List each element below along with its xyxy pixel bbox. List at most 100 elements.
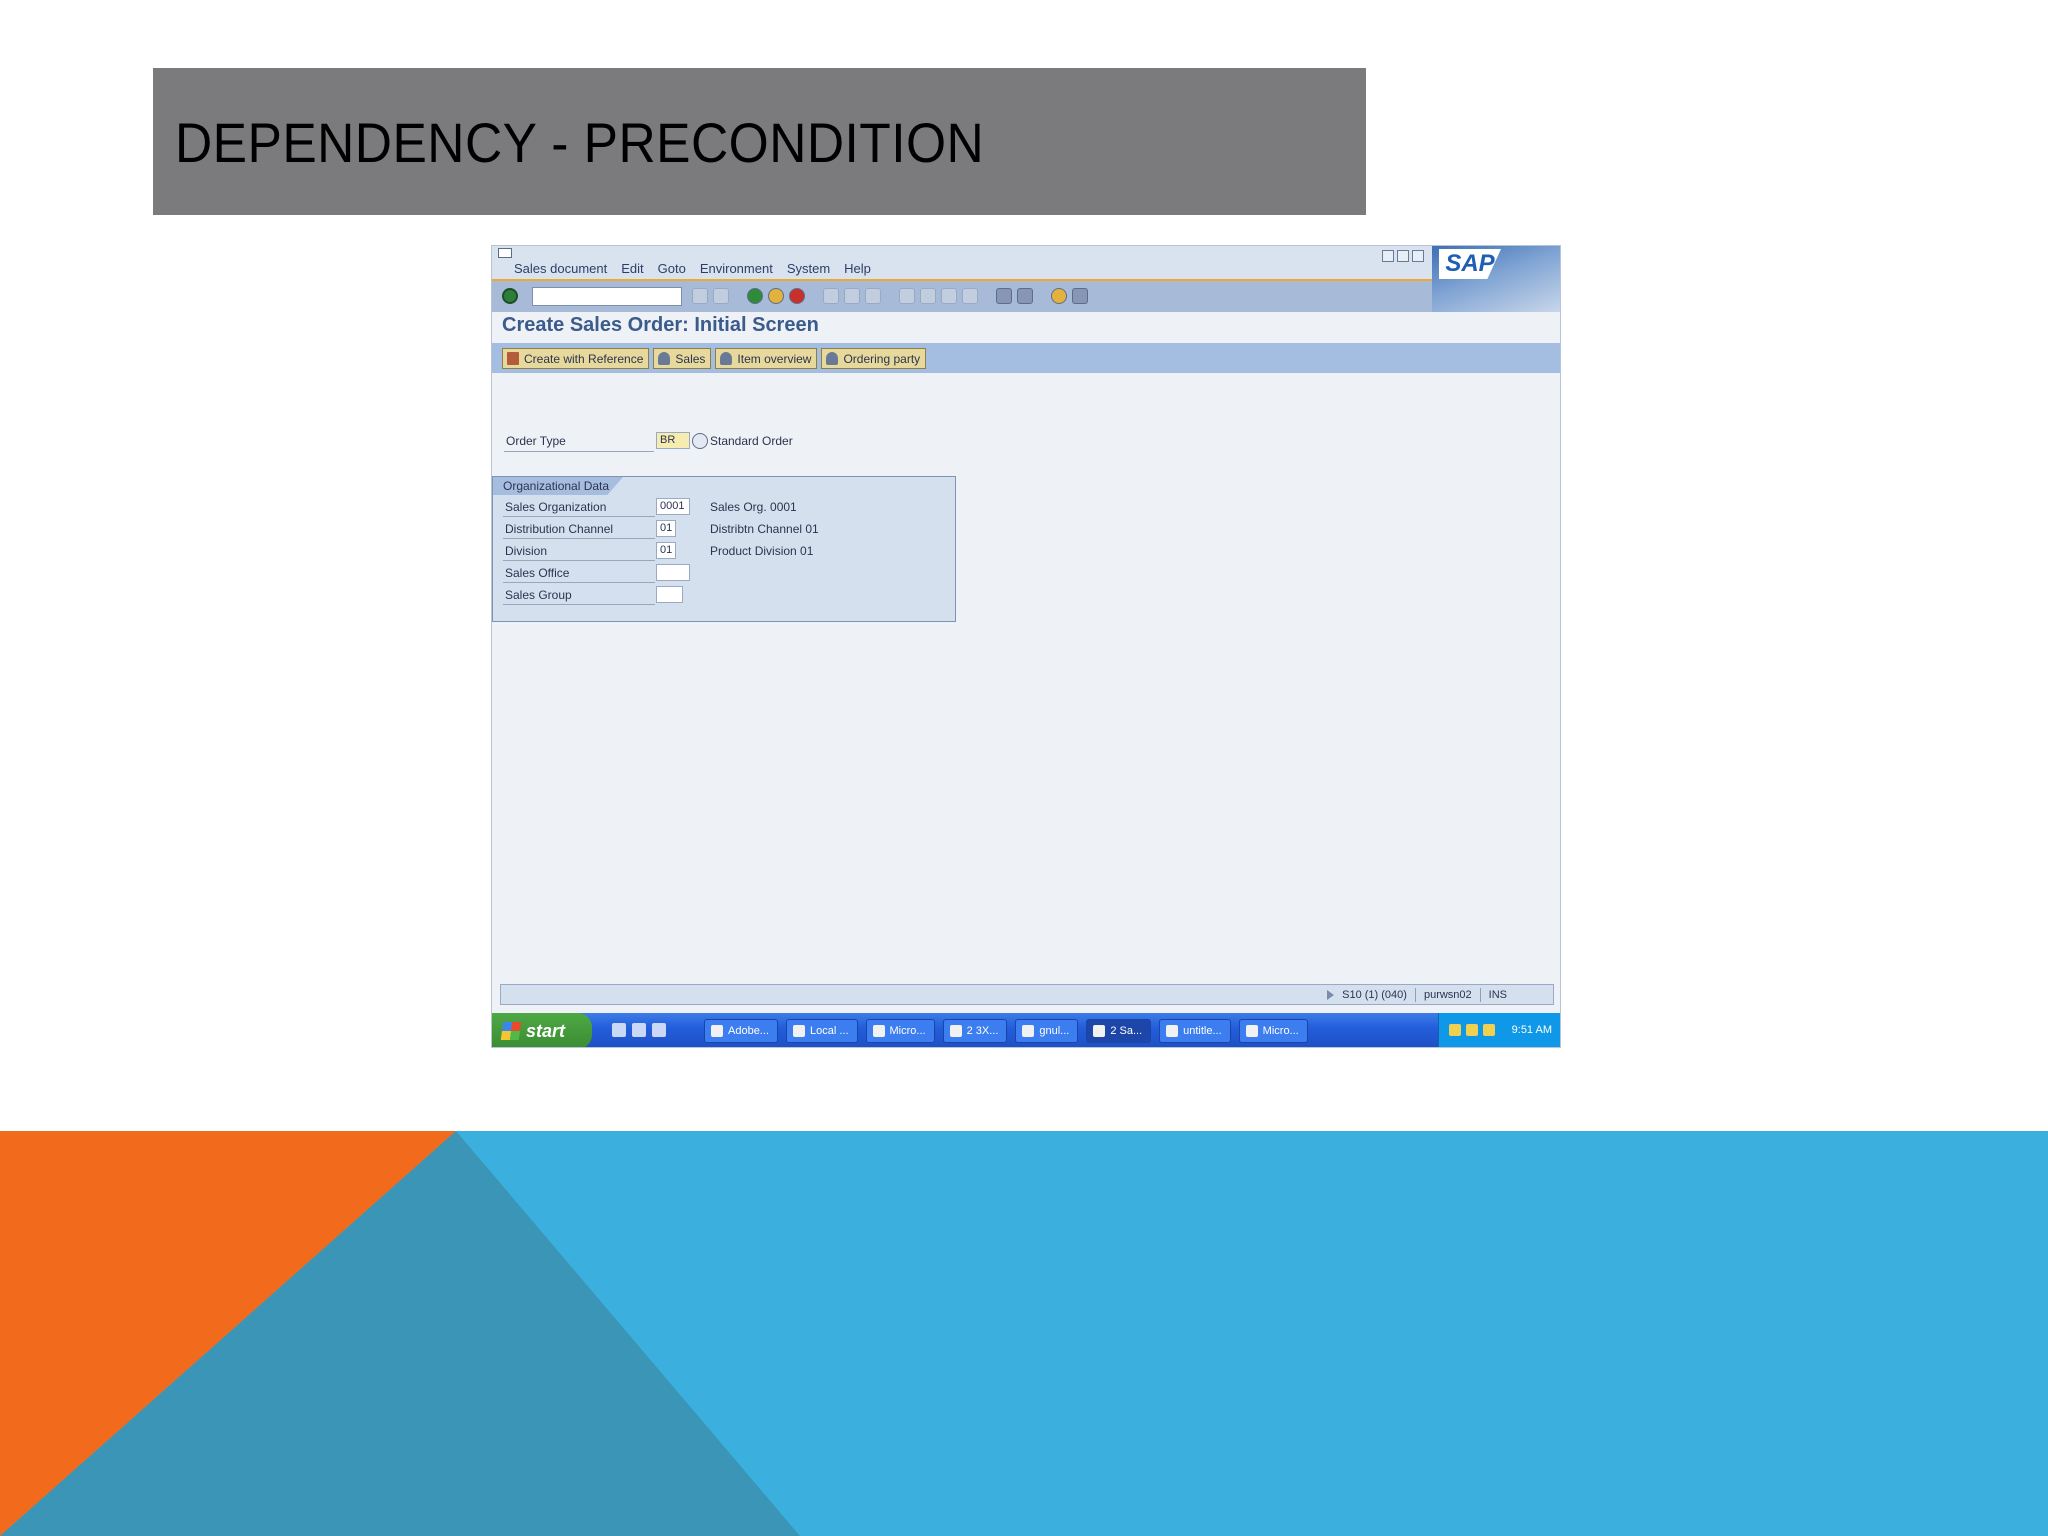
shortcut-icon[interactable] [1017, 288, 1033, 304]
distribution-channel-label: Distribution Channel [505, 522, 614, 536]
maximize-button[interactable] [1397, 250, 1409, 262]
tray-icon[interactable] [1483, 1024, 1495, 1036]
menu-items: Sales document Edit Goto Environment Sys… [514, 261, 871, 276]
status-system: S10 (1) (040) [1342, 989, 1407, 1001]
division-label: Division [505, 544, 548, 558]
save-icon[interactable] [692, 288, 708, 304]
task-button[interactable]: gnul... [1015, 1019, 1079, 1043]
toolbar-icons [692, 288, 1088, 304]
back-icon[interactable] [747, 288, 763, 304]
find-next-icon[interactable] [865, 288, 881, 304]
start-button[interactable]: start [492, 1013, 592, 1047]
order-type-input[interactable]: BR [656, 432, 690, 449]
task-label: Micro... [889, 1025, 926, 1037]
sales-office-input[interactable] [656, 564, 690, 581]
sales-organization-label: Sales Organization [505, 500, 607, 514]
app-icon [1093, 1025, 1106, 1037]
sales-group-input[interactable] [656, 586, 683, 603]
person-icon [720, 352, 733, 365]
division-description: Product Division 01 [710, 544, 814, 558]
new-session-icon[interactable] [996, 288, 1012, 304]
status-toggle-icon[interactable] [1327, 990, 1335, 1000]
item-overview-label: Item overview [737, 351, 812, 366]
tray-icon[interactable] [1449, 1024, 1461, 1036]
app-icon [1166, 1025, 1179, 1037]
tray-icon[interactable] [1466, 1024, 1478, 1036]
quick-launch [612, 1023, 666, 1037]
menu-system[interactable]: System [787, 261, 830, 276]
windows-flag-icon [500, 1022, 522, 1040]
menu-help[interactable]: Help [844, 261, 871, 276]
system-menu-icon[interactable] [498, 248, 512, 258]
previous-page-icon[interactable] [920, 288, 936, 304]
window-controls [1382, 250, 1424, 262]
slide: DEPENDENCY - PRECONDITION Sales document… [0, 0, 2048, 1536]
ordering-party-button[interactable]: Ordering party [821, 348, 927, 369]
menu-goto[interactable]: Goto [658, 261, 686, 276]
task-button[interactable]: Micro... [865, 1019, 935, 1043]
sales-label: Sales [675, 351, 706, 366]
document-icon [507, 352, 519, 365]
task-button-active[interactable]: 2 Sa... [1086, 1019, 1152, 1043]
title-bar: DEPENDENCY - PRECONDITION [153, 68, 1366, 215]
task-label: 2 Sa... [1110, 1025, 1143, 1037]
exit-icon[interactable] [768, 288, 784, 304]
distribution-channel-input[interactable]: 01 [656, 520, 676, 537]
create-with-reference-button[interactable]: Create with Reference [502, 348, 650, 369]
sap-window: Sales document Edit Goto Environment Sys… [491, 245, 1561, 1048]
menu-sales-document[interactable]: Sales document [514, 261, 607, 276]
quick-launch-icon[interactable] [652, 1023, 666, 1037]
task-label: Adobe... [728, 1025, 769, 1037]
menu-environment[interactable]: Environment [700, 261, 773, 276]
sales-office-label: Sales Office [505, 566, 570, 580]
bottom-decoration [0, 1131, 2048, 1536]
app-icon [1022, 1025, 1035, 1037]
sales-organization-input[interactable]: 0001 [656, 498, 690, 515]
task-button[interactable]: Micro... [1238, 1019, 1308, 1043]
app-icon [872, 1025, 885, 1037]
screen-title: Create Sales Order: Initial Screen [502, 314, 819, 336]
person-icon [826, 352, 839, 365]
last-page-icon[interactable] [962, 288, 978, 304]
quick-launch-icon[interactable] [632, 1023, 646, 1037]
windows-taskbar: start Adobe... Local ... Micro... 2 3X..… [492, 1013, 1560, 1047]
first-page-icon[interactable] [899, 288, 915, 304]
help-icon[interactable] [1051, 288, 1067, 304]
order-type-underline [504, 451, 654, 452]
next-page-icon[interactable] [941, 288, 957, 304]
cancel-icon[interactable] [789, 288, 805, 304]
menu-bar: Sales document Edit Goto Environment Sys… [492, 246, 1560, 280]
page-icon[interactable] [713, 288, 729, 304]
layout-icon[interactable] [1072, 288, 1088, 304]
task-button[interactable]: Adobe... [704, 1019, 778, 1043]
app-icon [1245, 1025, 1258, 1037]
field-underline [503, 538, 655, 539]
print-icon[interactable] [823, 288, 839, 304]
order-type-description: Standard Order [710, 434, 793, 448]
task-label: untitle... [1183, 1025, 1222, 1037]
field-underline [503, 582, 655, 583]
sales-group-label: Sales Group [505, 588, 572, 602]
start-label: start [526, 1021, 566, 1041]
minimize-button[interactable] [1382, 250, 1394, 262]
search-help-icon[interactable] [692, 433, 708, 449]
find-icon[interactable] [844, 288, 860, 304]
menu-edit[interactable]: Edit [621, 261, 643, 276]
task-button[interactable]: untitle... [1159, 1019, 1231, 1043]
organizational-data-box: Organizational Data Sales Organization 0… [492, 476, 956, 622]
item-overview-button[interactable]: Item overview [715, 348, 818, 369]
quick-launch-icon[interactable] [612, 1023, 626, 1037]
app-icon [711, 1025, 723, 1037]
command-field[interactable] [532, 287, 682, 306]
sales-organization-description: Sales Org. 0001 [710, 500, 797, 514]
division-input[interactable]: 01 [656, 542, 676, 559]
close-button[interactable] [1412, 250, 1424, 262]
enter-icon[interactable] [502, 288, 518, 304]
task-button[interactable]: 2 3X... [942, 1019, 1008, 1043]
clock[interactable]: 9:51 AM [1512, 1024, 1552, 1036]
sales-button[interactable]: Sales [653, 348, 712, 369]
person-icon [658, 352, 671, 365]
application-toolbar: Create with Reference Sales Item overvie… [492, 343, 1560, 373]
organizational-data-title: Organizational Data [503, 479, 610, 493]
task-button[interactable]: Local ... [785, 1019, 858, 1043]
